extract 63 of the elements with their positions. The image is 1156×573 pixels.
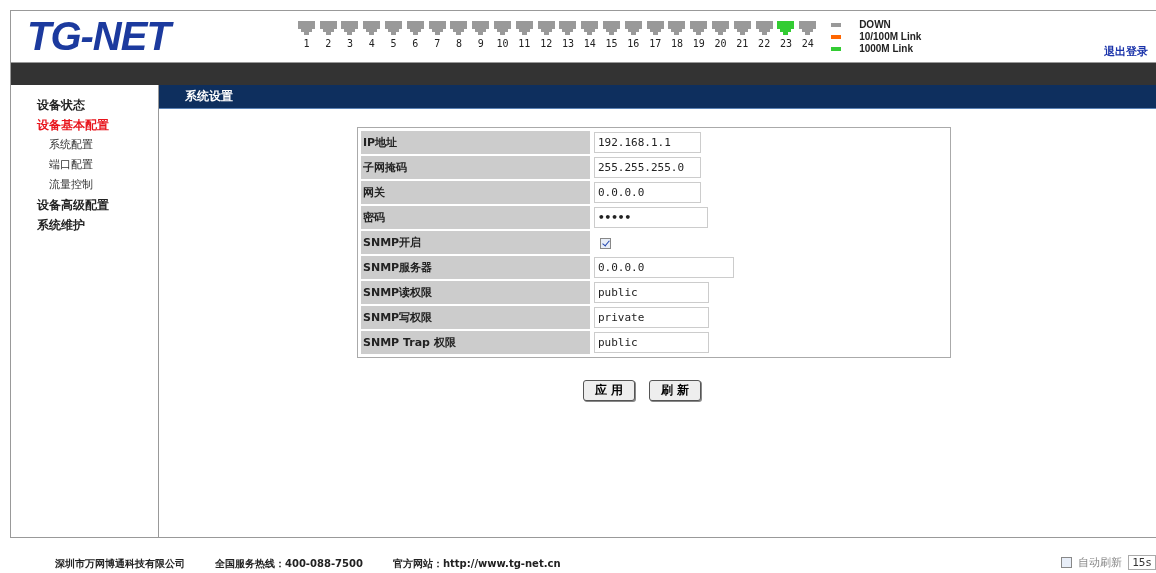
field-label: SNMP开启 [361, 231, 590, 254]
field-label: SNMP读权限 [361, 281, 590, 304]
port-number: 2 [325, 37, 332, 49]
port-number: 11 [518, 37, 531, 49]
field-label: 网关 [361, 181, 590, 204]
port-number: 9 [477, 37, 484, 49]
sidebar-item[interactable]: 设备基本配置 [37, 115, 158, 135]
auto-refresh-checkbox[interactable] [1061, 557, 1073, 568]
port-number: 16 [627, 37, 640, 49]
port-number: 21 [736, 37, 749, 49]
hotline-text: 全国服务热线：400-088-7500 [215, 557, 363, 570]
apply-button[interactable]: 应 用 [583, 380, 636, 401]
section-title: 系统设置 [159, 85, 1156, 109]
port-number: 20 [714, 37, 727, 49]
sidebar-item[interactable]: 系统维护 [37, 215, 158, 235]
input-field[interactable]: 0.0.0.0 [594, 257, 734, 278]
port-number: 14 [583, 37, 596, 49]
port-number: 10 [496, 37, 509, 49]
website-text: 官方网站：http://www.tg-net.cn [392, 557, 561, 570]
field-label: SNMP服务器 [361, 256, 590, 279]
port-number: 23 [779, 37, 792, 49]
refresh-button[interactable]: 刷 新 [649, 380, 702, 401]
input-field[interactable]: public [594, 332, 709, 353]
port-number: 18 [670, 37, 683, 49]
port-number: 13 [561, 37, 574, 49]
port-number: 7 [434, 37, 441, 49]
legend-label: 1000M Link [859, 43, 914, 54]
checkbox[interactable] [600, 237, 611, 249]
field-label: 子网掩码 [361, 156, 590, 179]
field-label: SNMP写权限 [361, 306, 590, 329]
input-field[interactable]: public [594, 282, 709, 303]
field-label: IP地址 [361, 131, 590, 154]
port-number: 4 [368, 37, 375, 49]
input-field[interactable]: 192.168.1.1 [594, 132, 701, 153]
port-number: 8 [455, 37, 462, 49]
sidebar-subitem[interactable]: 流量控制 [37, 175, 158, 195]
sidebar-subitem[interactable]: 端口配置 [37, 155, 158, 175]
field-label: 密码 [361, 206, 590, 229]
field-label: SNMP Trap 权限 [361, 331, 590, 354]
auto-refresh-label: 自动刷新 [1078, 556, 1123, 569]
input-field[interactable]: private [594, 307, 709, 328]
port-number: 17 [649, 37, 662, 49]
port-number: 5 [390, 37, 397, 49]
port-number: 6 [412, 37, 419, 49]
port-number: 12 [540, 37, 553, 49]
input-field[interactable]: 0.0.0.0 [594, 182, 701, 203]
interval-select[interactable]: 15s [1128, 555, 1156, 570]
sidebar-item[interactable]: 设备状态 [37, 95, 158, 115]
legend-label: DOWN [859, 19, 891, 30]
port-number: 15 [605, 37, 618, 49]
company-name: 深圳市万网博通科技有限公司 [55, 557, 185, 570]
sidebar-item[interactable]: 设备高级配置 [37, 195, 158, 215]
port-number: 1 [303, 37, 310, 49]
port-number: 19 [692, 37, 705, 49]
password-field[interactable]: ••••• [594, 207, 708, 228]
logo: TG-NET [27, 14, 297, 59]
sidebar-subitem[interactable]: 系统配置 [37, 135, 158, 155]
port-number: 24 [801, 37, 814, 49]
port-number: 22 [758, 37, 771, 49]
port-number: 3 [346, 37, 353, 49]
logout-link[interactable]: 退出登录 [1104, 44, 1148, 59]
legend-label: 10/100M Link [859, 31, 922, 42]
input-field[interactable]: 255.255.255.0 [594, 157, 701, 178]
